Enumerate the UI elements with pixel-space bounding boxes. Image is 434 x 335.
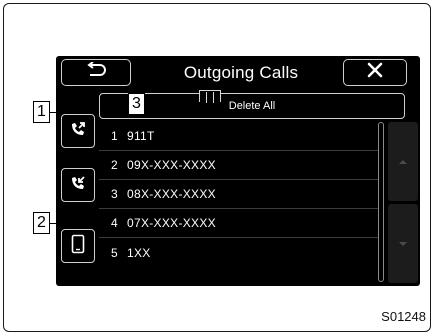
- back-button[interactable]: [61, 59, 131, 86]
- list-item-number: 911T: [127, 129, 155, 143]
- list-item[interactable]: 1 911T: [99, 122, 378, 151]
- list-item-index: 4: [111, 216, 118, 230]
- scroll-down-button[interactable]: [388, 204, 418, 283]
- head-unit-screen: Outgoing Calls Delete All 1 911T 2 09X-X…: [56, 56, 420, 286]
- call-list: 1 911T 2 09X-XXX-XXXX 3 08X-XXX-XXXX 4 0…: [99, 122, 378, 286]
- list-item-number: 09X-XXX-XXXX: [127, 158, 216, 172]
- callout-leader: [50, 223, 62, 224]
- phone-select-button[interactable]: [61, 229, 95, 263]
- list-item-index: 1: [111, 129, 118, 143]
- outgoing-calls-tab[interactable]: [61, 114, 95, 148]
- callout-label: 1: [33, 101, 50, 123]
- list-item-index: 2: [111, 158, 118, 172]
- list-item[interactable]: 4 07X-XXX-XXXX: [99, 209, 378, 238]
- trash-icon: [199, 90, 221, 103]
- callout-leader: [50, 112, 62, 113]
- chevron-up-icon: [399, 159, 407, 164]
- delete-all-label: Delete All: [228, 100, 276, 112]
- scroll-up-button[interactable]: [388, 122, 418, 201]
- return-arrow-icon: [85, 61, 107, 83]
- list-item-number: 1XX: [127, 245, 151, 260]
- list-item-number: 07X-XXX-XXXX: [127, 216, 216, 230]
- outgoing-call-history-icon: [68, 119, 88, 144]
- list-item[interactable]: 3 08X-XXX-XXXX: [99, 180, 378, 209]
- callout-label: 2: [33, 212, 50, 234]
- list-item-index: 5: [111, 245, 118, 260]
- figure-reference-code: S01248: [381, 309, 426, 324]
- list-item-index: 3: [111, 187, 118, 201]
- incoming-call-history-icon: [68, 173, 88, 198]
- page-title: Outgoing Calls: [183, 63, 299, 82]
- list-item[interactable]: 5 1XX: [99, 238, 378, 267]
- incoming-calls-tab[interactable]: [61, 168, 95, 202]
- close-icon: [367, 62, 383, 83]
- phone-device-icon: [71, 234, 85, 259]
- list-item[interactable]: 2 09X-XXX-XXXX: [99, 151, 378, 180]
- scrollbar[interactable]: [378, 122, 384, 282]
- close-button[interactable]: [343, 59, 407, 86]
- list-item-number: 08X-XXX-XXXX: [127, 187, 216, 201]
- chevron-down-icon: [399, 241, 407, 246]
- callout-label: 3: [128, 93, 145, 115]
